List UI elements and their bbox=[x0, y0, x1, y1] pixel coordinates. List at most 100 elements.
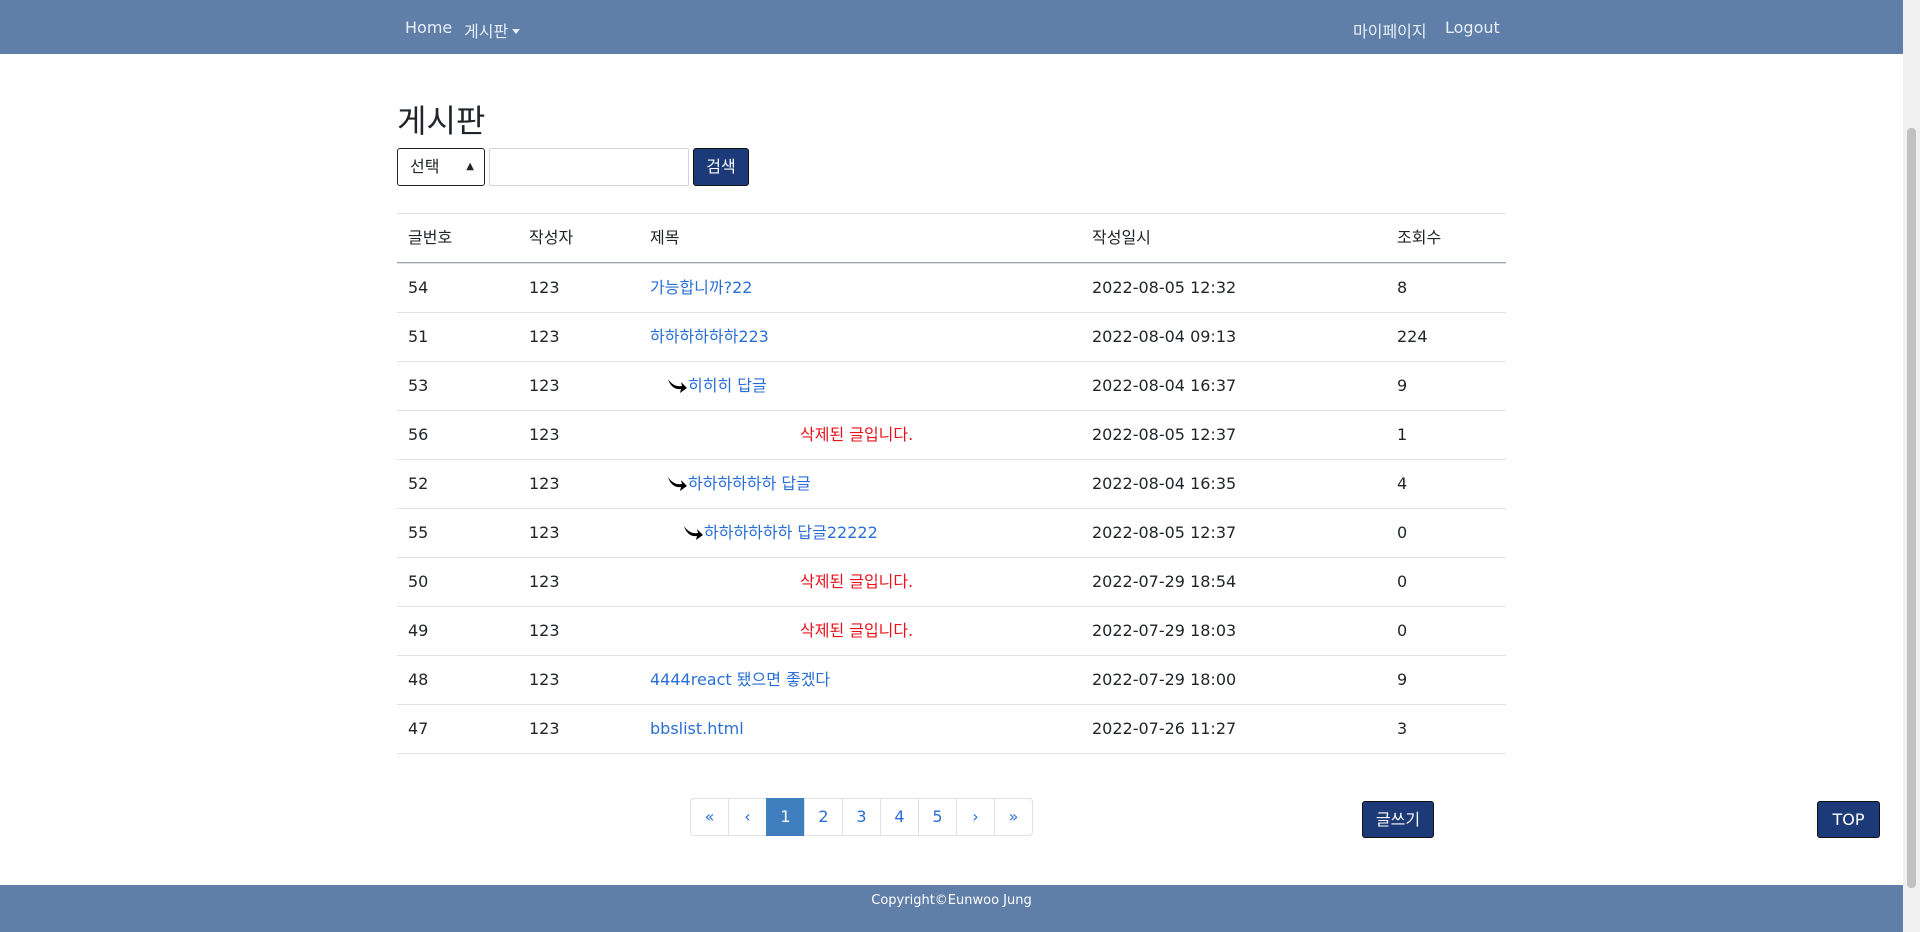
table-row: 56 123 삭제된 글입니다. 2022-08-05 12:37 1 bbox=[397, 410, 1506, 459]
post-date: 2022-07-26 11:27 bbox=[1092, 719, 1237, 738]
page-last-button[interactable]: » bbox=[994, 798, 1033, 836]
post-writer: 123 bbox=[529, 327, 560, 346]
post-number: 50 bbox=[408, 572, 429, 591]
post-number: 53 bbox=[408, 376, 429, 395]
deleted-post-text: 삭제된 글입니다. bbox=[800, 621, 914, 640]
post-title-link[interactable]: 하하하하하하 답글22222 bbox=[704, 523, 878, 542]
post-writer: 123 bbox=[529, 278, 560, 297]
post-title-link[interactable]: bbslist.html bbox=[650, 719, 744, 738]
page-2-button[interactable]: 2 bbox=[804, 798, 843, 836]
post-date: 2022-08-05 12:32 bbox=[1092, 278, 1237, 297]
post-date: 2022-07-29 18:54 bbox=[1092, 572, 1237, 591]
table-row: 52 123 하하하하하하 답글 2022-08-04 16:35 4 bbox=[397, 459, 1506, 508]
page-5-button[interactable]: 5 bbox=[918, 798, 957, 836]
table-body: 54 123 가능합니까?22 2022-08-05 12:32 8 51 123 하하하하하… bbox=[397, 263, 1506, 754]
post-views: 0 bbox=[1397, 523, 1408, 542]
table-row: 53 123 히히히 답글 2022-08-04 16:37 9 bbox=[397, 361, 1506, 410]
post-number: 49 bbox=[408, 621, 429, 640]
table-row: 48 123 4444react 됐으면 좋겠다 2022-07-29 18:00 9 bbox=[397, 655, 1506, 704]
table-row: 50 123 삭제된 글입니다. 2022-07-29 18:54 0 bbox=[397, 557, 1506, 606]
post-writer: 123 bbox=[529, 670, 560, 689]
header-no: 글번호 bbox=[408, 228, 453, 247]
reply-arrow-icon bbox=[668, 379, 687, 393]
scrollbar-thumb[interactable] bbox=[1907, 128, 1916, 888]
header-writer: 작성자 bbox=[529, 228, 574, 247]
post-number: 52 bbox=[408, 474, 429, 493]
reply-arrow-icon bbox=[684, 526, 703, 540]
post-date: 2022-07-29 18:03 bbox=[1092, 621, 1237, 640]
post-date: 2022-08-04 16:35 bbox=[1092, 474, 1237, 493]
page-first-button[interactable]: « bbox=[690, 798, 729, 836]
page-3-button[interactable]: 3 bbox=[842, 798, 881, 836]
post-writer: 123 bbox=[529, 474, 560, 493]
page-title: 게시판 bbox=[397, 102, 486, 140]
post-writer: 123 bbox=[529, 572, 560, 591]
post-title-link[interactable]: 하하하하하하223 bbox=[650, 327, 769, 346]
post-number: 54 bbox=[408, 278, 429, 297]
post-views: 0 bbox=[1397, 621, 1408, 640]
nav-home-link[interactable]: Home bbox=[405, 18, 452, 37]
sort-arrows-icon: ▲ bbox=[466, 161, 474, 172]
page-scrollbar[interactable] bbox=[1903, 0, 1920, 932]
post-views: 224 bbox=[1397, 327, 1428, 346]
page-prev-button[interactable]: ‹ bbox=[728, 798, 767, 836]
post-date: 2022-08-04 09:13 bbox=[1092, 327, 1237, 346]
scroll-top-button[interactable]: TOP bbox=[1817, 801, 1880, 838]
post-title-cell: 삭제된 글입니다. bbox=[800, 558, 913, 606]
post-title-cell: 하하하하하하223 bbox=[650, 313, 769, 361]
post-views: 4 bbox=[1397, 474, 1408, 493]
reply-arrow-icon bbox=[668, 477, 687, 491]
nav-mypage-link[interactable]: 마이페이지 bbox=[1353, 18, 1427, 42]
post-title-cell: 히히히 답글 bbox=[666, 362, 767, 410]
deleted-post-text: 삭제된 글입니다. bbox=[800, 425, 914, 444]
search-button[interactable]: 검색 bbox=[693, 148, 749, 186]
post-number: 47 bbox=[408, 719, 429, 738]
post-number: 48 bbox=[408, 670, 429, 689]
caret-down-icon bbox=[512, 29, 521, 34]
post-title-cell: 가능합니까?22 bbox=[650, 264, 752, 312]
nav-board-dropdown[interactable]: 게시판 bbox=[464, 18, 521, 42]
post-writer: 123 bbox=[529, 425, 560, 444]
deleted-post-text: 삭제된 글입니다. bbox=[800, 572, 914, 591]
post-title-link[interactable]: 4444react 됐으면 좋겠다 bbox=[650, 670, 830, 689]
post-title-link[interactable]: 가능합니까?22 bbox=[650, 278, 752, 297]
table-row: 51 123 하하하하하하223 2022-08-04 09:13 224 bbox=[397, 312, 1506, 361]
write-post-button[interactable]: 글쓰기 bbox=[1362, 801, 1434, 838]
post-title-cell: bbslist.html bbox=[650, 705, 744, 753]
board-table: 글번호 작성자 제목 작성일시 조회수 54 123 가능합니까?22 2022-08… bbox=[397, 213, 1506, 754]
post-views: 1 bbox=[1397, 425, 1408, 444]
post-date: 2022-07-29 18:00 bbox=[1092, 670, 1237, 689]
post-views: 0 bbox=[1397, 572, 1408, 591]
post-views: 9 bbox=[1397, 376, 1408, 395]
table-header-row: 글번호 작성자 제목 작성일시 조회수 bbox=[397, 213, 1506, 263]
header-date: 작성일시 bbox=[1092, 228, 1151, 247]
post-date: 2022-08-05 12:37 bbox=[1092, 425, 1237, 444]
page-4-button[interactable]: 4 bbox=[880, 798, 919, 836]
header-title: 제목 bbox=[650, 228, 680, 247]
post-title-cell: 하하하하하하 답글22222 bbox=[682, 509, 878, 557]
page-1-button[interactable]: 1 bbox=[766, 798, 805, 836]
table-row: 54 123 가능합니까?22 2022-08-05 12:32 8 bbox=[397, 263, 1506, 312]
page-next-button[interactable]: › bbox=[956, 798, 995, 836]
post-writer: 123 bbox=[529, 523, 560, 542]
search-type-select[interactable]: 선택 ▲ bbox=[397, 148, 485, 186]
post-views: 9 bbox=[1397, 670, 1408, 689]
post-title-cell: 하하하하하하 답글 bbox=[666, 460, 811, 508]
footer: Copyright©Eunwoo Jung bbox=[0, 885, 1903, 932]
post-title-link[interactable]: 히히히 답글 bbox=[688, 376, 767, 395]
post-views: 8 bbox=[1397, 278, 1408, 297]
table-row: 55 123 하하하하하하 답글22222 2022-08-05 12:37 0 bbox=[397, 508, 1506, 557]
post-title-link[interactable]: 하하하하하하 답글 bbox=[688, 474, 811, 493]
table-row: 47 123 bbslist.html 2022-07-26 11:27 3 bbox=[397, 704, 1506, 754]
search-type-value: 선택 bbox=[410, 157, 440, 176]
post-date: 2022-08-05 12:37 bbox=[1092, 523, 1237, 542]
search-input[interactable] bbox=[489, 148, 689, 186]
header-views: 조회수 bbox=[1397, 228, 1442, 247]
top-navbar: Home 게시판 마이페이지 Logout bbox=[0, 0, 1903, 54]
table-row: 49 123 삭제된 글입니다. 2022-07-29 18:03 0 bbox=[397, 606, 1506, 655]
nav-logout-link[interactable]: Logout bbox=[1445, 18, 1500, 37]
pagination: « ‹ 1 2 3 4 5 › » bbox=[690, 798, 1033, 836]
post-number: 56 bbox=[408, 425, 429, 444]
post-title-cell: 4444react 됐으면 좋겠다 bbox=[650, 656, 830, 704]
post-writer: 123 bbox=[529, 376, 560, 395]
